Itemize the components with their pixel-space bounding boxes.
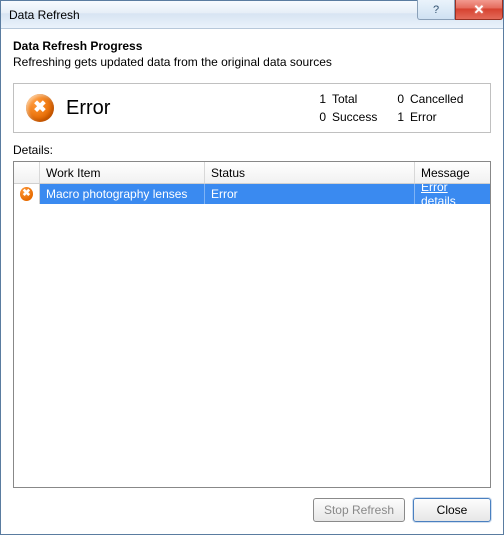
- total-label: Total: [332, 92, 392, 106]
- column-icon[interactable]: [14, 162, 40, 183]
- content-area: Data Refresh Progress Refreshing gets up…: [1, 29, 503, 488]
- table-body: ✖ Macro photography lenses Error Error d…: [14, 184, 490, 487]
- table-header: Work Item Status Message: [14, 162, 490, 184]
- row-status: Error: [205, 184, 415, 204]
- error-details-link[interactable]: Error details: [421, 184, 484, 208]
- details-table: Work Item Status Message ✖ Macro photogr…: [13, 161, 491, 488]
- column-message[interactable]: Message: [415, 162, 490, 183]
- details-label: Details:: [13, 143, 491, 157]
- row-icon-cell: ✖: [14, 184, 40, 204]
- stop-refresh-button[interactable]: Stop Refresh: [313, 498, 405, 522]
- window-title: Data Refresh: [9, 8, 80, 22]
- help-icon: ?: [433, 4, 439, 16]
- heading: Data Refresh Progress: [13, 39, 491, 53]
- close-button[interactable]: Close: [413, 498, 491, 522]
- help-button[interactable]: ?: [417, 0, 455, 20]
- window-close-button[interactable]: ✕: [455, 0, 503, 20]
- column-work-item[interactable]: Work Item: [40, 162, 205, 183]
- status-icon-wrap: ✖: [24, 92, 56, 124]
- row-work-item: Macro photography lenses: [40, 184, 205, 204]
- error-icon: ✖: [20, 187, 33, 201]
- success-label: Success: [332, 110, 392, 124]
- table-row[interactable]: ✖ Macro photography lenses Error Error d…: [14, 184, 490, 204]
- status-label: Error: [66, 97, 110, 120]
- error-label: Error: [410, 110, 480, 124]
- cancelled-label: Cancelled: [410, 92, 480, 106]
- footer: Stop Refresh Close: [1, 488, 503, 534]
- close-icon: ✕: [474, 2, 485, 18]
- total-count: 1: [314, 92, 332, 106]
- error-count: 1: [392, 110, 410, 124]
- row-message: Error details: [415, 184, 490, 204]
- error-icon: ✖: [26, 94, 54, 122]
- titlebar[interactable]: Data Refresh ? ✕: [1, 1, 503, 29]
- success-count: 0: [314, 110, 332, 124]
- subheading: Refreshing gets updated data from the or…: [13, 55, 491, 69]
- status-summary: ✖ Error 1 Total 0 Cancelled 0 Success 1 …: [13, 83, 491, 133]
- status-counts: 1 Total 0 Cancelled 0 Success 1 Error: [314, 92, 480, 124]
- cancelled-count: 0: [392, 92, 410, 106]
- window-buttons: ? ✕: [417, 0, 503, 20]
- column-status[interactable]: Status: [205, 162, 415, 183]
- dialog-window: Data Refresh ? ✕ Data Refresh Progress R…: [0, 0, 504, 535]
